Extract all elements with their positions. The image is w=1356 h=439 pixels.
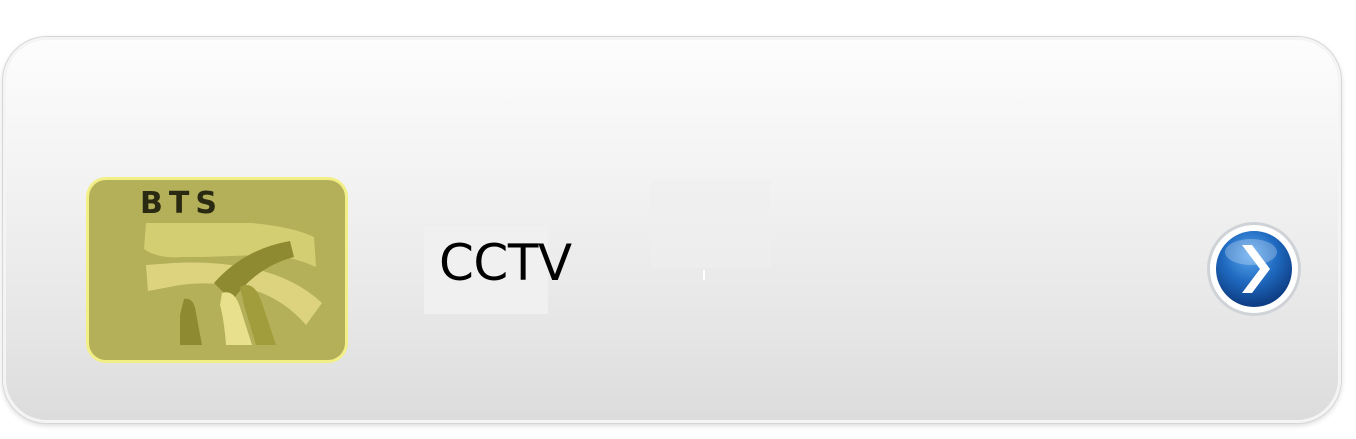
bts-logo-icon: BTS (86, 177, 348, 363)
background-mark (703, 270, 705, 280)
cctv-list-item[interactable]: BTS CCTV (3, 37, 1341, 423)
cctv-label: CCTV (424, 226, 572, 314)
bts-logo: BTS (84, 175, 350, 365)
background-patch (650, 180, 770, 268)
chevron-right-circle-icon[interactable] (1204, 220, 1304, 318)
bts-logo-text: BTS (140, 186, 223, 221)
